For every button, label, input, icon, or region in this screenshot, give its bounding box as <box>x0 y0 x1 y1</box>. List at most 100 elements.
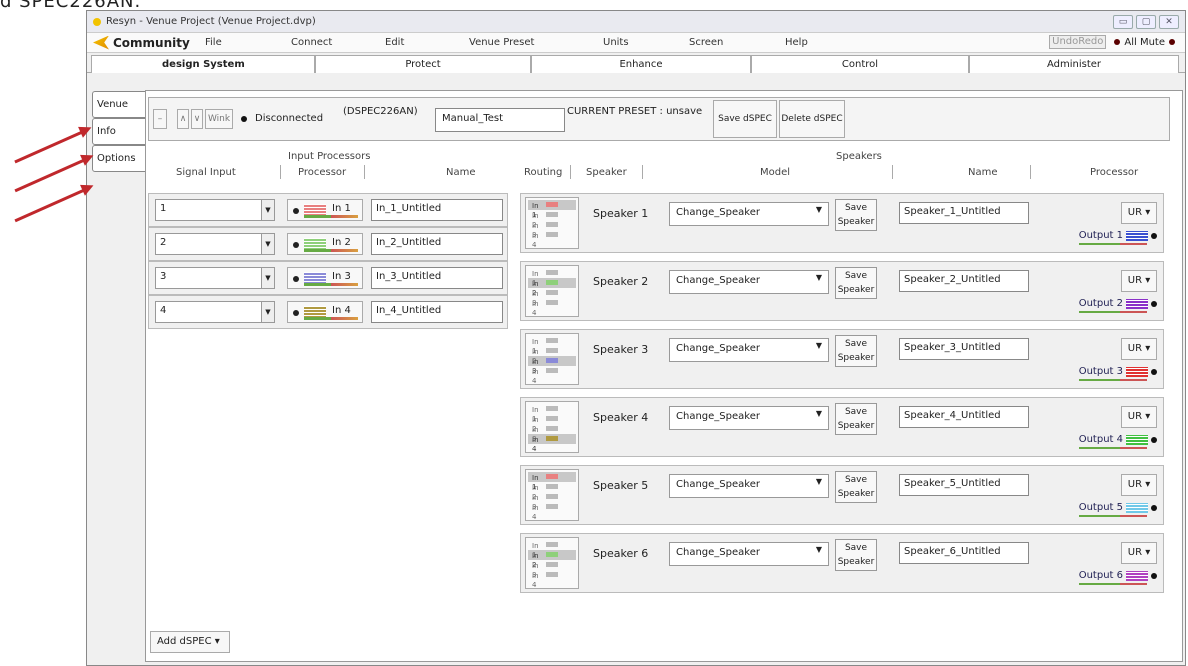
ur-dropdown[interactable]: UR ▾ <box>1121 474 1157 496</box>
move-down-button[interactable]: ∨ <box>191 109 203 129</box>
routing-matrix[interactable]: In 1In 2In 3In 4 <box>525 265 579 317</box>
routing-option[interactable]: In 4 <box>528 298 576 317</box>
routing-option[interactable]: In 1 <box>528 472 576 491</box>
save-speaker-button[interactable]: Save Speaker <box>835 403 877 435</box>
undo-label[interactable]: Undo <box>1052 36 1078 47</box>
tab-design-system[interactable]: design System <box>91 55 315 73</box>
output-processor-button[interactable]: Output 3 <box>1078 366 1157 381</box>
routing-option[interactable]: In 3 <box>528 424 576 443</box>
output-processor-button[interactable]: Output 6 <box>1078 570 1157 585</box>
ur-dropdown[interactable]: UR ▾ <box>1121 406 1157 428</box>
routing-option[interactable]: In 3 <box>528 356 576 375</box>
routing-option[interactable]: In 3 <box>528 288 576 307</box>
save-dspec-button[interactable]: Save dSPEC <box>713 100 777 138</box>
speaker-name-field[interactable]: Speaker_1_Untitled <box>899 202 1029 224</box>
routing-option[interactable]: In 4 <box>528 570 576 589</box>
routing-option[interactable]: In 3 <box>528 220 576 239</box>
menu-help[interactable]: Help <box>785 37 808 48</box>
speaker-model-select[interactable]: Change_Speaker ▼ <box>669 338 829 362</box>
input-processor-button[interactable]: In 1 <box>287 199 363 221</box>
signal-input-select[interactable]: 2 <box>155 233 271 255</box>
maximize-button[interactable]: ▢ <box>1136 14 1156 29</box>
input-name-field[interactable]: In_4_Untitled <box>371 301 503 323</box>
output-processor-button[interactable]: Output 1 <box>1078 230 1157 245</box>
ur-dropdown[interactable]: UR ▾ <box>1121 338 1157 360</box>
speaker-name-field[interactable]: Speaker_3_Untitled <box>899 338 1029 360</box>
routing-option[interactable]: In 2 <box>528 346 576 365</box>
speaker-name-field[interactable]: Speaker_2_Untitled <box>899 270 1029 292</box>
input-name-field[interactable]: In_2_Untitled <box>371 233 503 255</box>
speaker-model-select[interactable]: Change_Speaker ▼ <box>669 474 829 498</box>
signal-input-select[interactable]: 4 <box>155 301 271 323</box>
all-mute-button[interactable]: All Mute <box>1124 37 1165 48</box>
routing-matrix[interactable]: In 1In 2In 3In 4 <box>525 401 579 453</box>
routing-option[interactable]: In 1 <box>528 336 576 355</box>
ur-dropdown[interactable]: UR ▾ <box>1121 270 1157 292</box>
routing-option[interactable]: In 1 <box>528 404 576 423</box>
output-processor-button[interactable]: Output 4 <box>1078 434 1157 449</box>
signal-input-select[interactable]: 1 <box>155 199 271 221</box>
side-tab-info[interactable]: Info <box>92 118 146 145</box>
routing-option[interactable]: In 4 <box>528 434 576 453</box>
chevron-down-icon[interactable]: ▼ <box>261 267 275 289</box>
routing-option[interactable]: In 1 <box>528 540 576 559</box>
speaker-model-select[interactable]: Change_Speaker ▼ <box>669 406 829 430</box>
chevron-down-icon[interactable]: ▼ <box>261 233 275 255</box>
chevron-down-icon[interactable]: ▼ <box>261 301 275 323</box>
add-dspec-button[interactable]: Add dSPEC ▾ <box>150 631 230 653</box>
speaker-name-field[interactable]: Speaker_5_Untitled <box>899 474 1029 496</box>
input-processor-button[interactable]: In 4 <box>287 301 363 323</box>
input-processor-button[interactable]: In 2 <box>287 233 363 255</box>
output-processor-button[interactable]: Output 5 <box>1078 502 1157 517</box>
routing-option[interactable]: In 4 <box>528 502 576 521</box>
chevron-down-icon[interactable]: ▼ <box>261 199 275 221</box>
routing-option[interactable]: In 2 <box>528 210 576 229</box>
tab-protect[interactable]: Protect <box>315 55 531 73</box>
tab-control[interactable]: Control <box>751 55 969 73</box>
routing-option[interactable]: In 1 <box>528 200 576 219</box>
routing-option[interactable]: In 2 <box>528 482 576 501</box>
save-speaker-button[interactable]: Save Speaker <box>835 539 877 571</box>
save-speaker-button[interactable]: Save Speaker <box>835 267 877 299</box>
redo-label[interactable]: Redo <box>1078 36 1103 47</box>
routing-option[interactable]: In 1 <box>528 268 576 287</box>
speaker-model-select[interactable]: Change_Speaker ▼ <box>669 270 829 294</box>
device-name-input[interactable]: Manual_Test <box>435 108 565 132</box>
input-name-field[interactable]: In_1_Untitled <box>371 199 503 221</box>
routing-option[interactable]: In 3 <box>528 560 576 579</box>
routing-matrix[interactable]: In 1In 2In 3In 4 <box>525 537 579 589</box>
side-tab-venue[interactable]: Venue <box>92 91 150 118</box>
move-up-button[interactable]: ∧ <box>177 109 189 129</box>
routing-matrix[interactable]: In 1In 2In 3In 4 <box>525 469 579 521</box>
wink-button[interactable]: Wink <box>205 109 233 129</box>
save-speaker-button[interactable]: Save Speaker <box>835 199 877 231</box>
input-processor-button[interactable]: In 3 <box>287 267 363 289</box>
speaker-model-select[interactable]: Change_Speaker ▼ <box>669 542 829 566</box>
routing-option[interactable]: In 2 <box>528 414 576 433</box>
collapse-button[interactable]: – <box>153 109 167 129</box>
routing-option[interactable]: In 4 <box>528 230 576 249</box>
save-speaker-button[interactable]: Save Speaker <box>835 471 877 503</box>
routing-option[interactable]: In 4 <box>528 366 576 385</box>
menu-units[interactable]: Units <box>603 37 629 48</box>
menu-screen[interactable]: Screen <box>689 37 723 48</box>
menu-connect[interactable]: Connect <box>291 37 332 48</box>
menu-file[interactable]: File <box>205 37 222 48</box>
speaker-name-field[interactable]: Speaker_4_Untitled <box>899 406 1029 428</box>
speaker-model-select[interactable]: Change_Speaker ▼ <box>669 202 829 226</box>
menu-venue-preset[interactable]: Venue Preset <box>469 37 534 48</box>
ur-dropdown[interactable]: UR ▾ <box>1121 202 1157 224</box>
close-button[interactable]: ✕ <box>1159 14 1179 29</box>
signal-input-select[interactable]: 3 <box>155 267 271 289</box>
input-name-field[interactable]: In_3_Untitled <box>371 267 503 289</box>
routing-matrix[interactable]: In 1In 2In 3In 4 <box>525 197 579 249</box>
tab-administer[interactable]: Administer <box>969 55 1179 73</box>
routing-option[interactable]: In 3 <box>528 492 576 511</box>
menu-edit[interactable]: Edit <box>385 37 404 48</box>
side-tab-options[interactable]: Options <box>92 145 146 172</box>
ur-dropdown[interactable]: UR ▾ <box>1121 542 1157 564</box>
routing-matrix[interactable]: In 1In 2In 3In 4 <box>525 333 579 385</box>
minimize-button[interactable]: ▭ <box>1113 14 1133 29</box>
output-processor-button[interactable]: Output 2 <box>1078 298 1157 313</box>
undo-redo-button[interactable]: UndoRedo <box>1049 35 1107 49</box>
